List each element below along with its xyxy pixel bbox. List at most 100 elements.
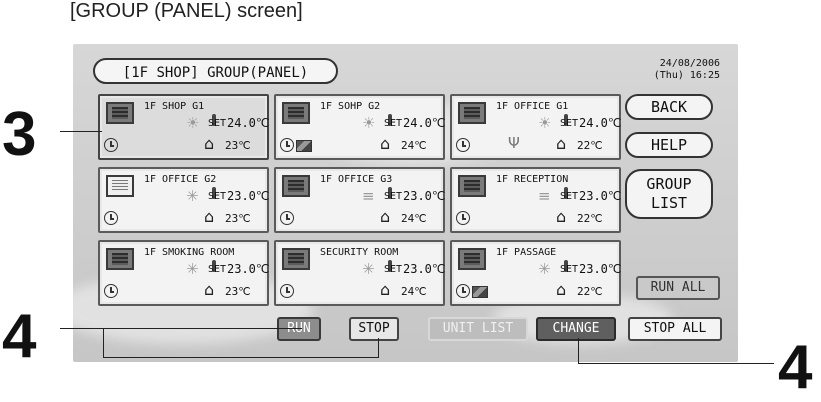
stop-all-button[interactable]: STOP ALL (628, 317, 722, 341)
screen-title: [1F SHOP] GROUP(PANEL) (93, 58, 338, 84)
group-card[interactable]: 1F SHOP G1 ☀ SET 24.0℃ ⌂ 23℃ (98, 94, 269, 160)
indoor-unit-icon (282, 102, 310, 124)
room-temperature: 22℃ (577, 285, 603, 298)
set-label: SET (208, 118, 227, 129)
set-temperature: 23.0℃ (579, 189, 622, 203)
house-icon: ⌂ (556, 134, 567, 153)
date-text: 24/08/2006 (659, 58, 720, 69)
house-icon: ⌂ (556, 280, 567, 299)
clock-icon (280, 284, 294, 298)
indoor-unit-icon (458, 102, 486, 124)
group-card[interactable]: SECURITY ROOM ✳ SET 23.0℃ ⌂ 24℃ (274, 240, 445, 306)
callout-4-left-bracket-b (103, 357, 379, 358)
run-button[interactable]: RUN (277, 317, 321, 341)
callout-4-left-bracket-l (103, 328, 104, 358)
room-temperature: 23℃ (225, 139, 251, 152)
callout-4-left-line (60, 328, 302, 329)
snowflake-icon: ✳ (186, 260, 199, 278)
room-temperature: 24℃ (401, 285, 427, 298)
group-card[interactable]: 1F RECEPTION ≡ SET 23.0℃ ⌂ 22℃ (450, 167, 621, 233)
clock-icon (280, 211, 294, 225)
fan-icon: ≡ (538, 187, 551, 205)
filter-sign-icon (472, 286, 488, 298)
group-card[interactable]: 1F OFFICE G2 ✳ SET 23.0℃ ⌂ 23℃ (98, 167, 269, 233)
sun-icon: ☀ (538, 114, 552, 132)
group-card[interactable]: 1F SOHP G2 ☀ SET 24.0℃ ⌂ 24℃ (274, 94, 445, 160)
house-icon: ⌂ (204, 134, 215, 153)
set-label: SET (384, 118, 403, 129)
callout-4-left: 4 (2, 302, 37, 371)
group-name: 1F OFFICE G3 (320, 174, 393, 185)
clock-icon (104, 138, 118, 152)
group-card[interactable]: 1F SMOKING ROOM ✳ SET 23.0℃ ⌂ 23℃ (98, 240, 269, 306)
house-icon: ⌂ (380, 134, 391, 153)
set-temperature: 23.0℃ (403, 189, 446, 203)
figure-caption: [GROUP (PANEL) screen] (70, 0, 303, 22)
datetime-display: 24/08/2006 (Thu) 16:25 (654, 58, 720, 82)
set-temperature: 23.0℃ (227, 262, 270, 276)
callout-4-right-line-v (578, 338, 579, 364)
group-name: 1F SOHP G2 (320, 101, 381, 112)
group-list-button[interactable]: GROUP LIST (625, 169, 713, 219)
snowflake-icon: ✳ (186, 187, 199, 205)
clock-icon (456, 211, 470, 225)
indoor-unit-icon (458, 248, 486, 270)
help-button[interactable]: HELP (625, 132, 713, 158)
indoor-unit-icon (458, 175, 486, 197)
sun-icon: ☀ (362, 114, 376, 132)
room-temperature: 24℃ (401, 139, 427, 152)
set-label: SET (384, 264, 403, 275)
indoor-unit-icon (106, 102, 134, 124)
set-temperature: 23.0℃ (579, 262, 622, 276)
set-temperature: 24.0℃ (227, 116, 270, 130)
change-button[interactable]: CHANGE (536, 317, 616, 341)
group-name: 1F OFFICE G2 (144, 174, 217, 185)
set-label: SET (208, 191, 227, 202)
clock-icon (456, 284, 470, 298)
room-temperature: 23℃ (225, 285, 251, 298)
set-label: SET (208, 264, 227, 275)
group-card[interactable]: 1F OFFICE G1 ☀ SET 24.0℃ Ψ ⌂ 22℃ (450, 94, 621, 160)
callout-3: 3 (2, 100, 37, 169)
room-temperature: 22℃ (577, 212, 603, 225)
house-icon: ⌂ (556, 207, 567, 226)
indoor-unit-icon (106, 175, 134, 197)
room-temperature: 24℃ (401, 212, 427, 225)
house-icon: ⌂ (380, 207, 391, 226)
room-temperature: 23℃ (225, 212, 251, 225)
sun-icon: ☀ (186, 114, 200, 132)
set-label: SET (560, 191, 579, 202)
group-name: 1F PASSAGE (496, 247, 557, 258)
room-temperature: 22℃ (577, 139, 603, 152)
set-temperature: 24.0℃ (579, 116, 622, 130)
set-temperature: 24.0℃ (403, 116, 446, 130)
stop-button[interactable]: STOP (349, 317, 399, 341)
house-icon: ⌂ (380, 280, 391, 299)
callout-4-right: 4 (778, 333, 813, 402)
group-name: SECURITY ROOM (320, 247, 399, 258)
clock-icon (456, 138, 470, 152)
callout-4-left-bracket-r (378, 338, 379, 358)
filter-sign-icon (296, 140, 312, 152)
panel-screen: [1F SHOP] GROUP(PANEL) 24/08/2006 (Thu) … (73, 44, 738, 362)
fan-icon: ≡ (362, 187, 375, 205)
group-name: 1F SMOKING ROOM (144, 247, 235, 258)
group-card[interactable]: 1F OFFICE G3 ≡ SET 23.0℃ ⌂ 24℃ (274, 167, 445, 233)
house-icon: ⌂ (204, 207, 215, 226)
group-card[interactable]: 1F PASSAGE ✳ SET 23.0℃ ⌂ 22℃ (450, 240, 621, 306)
clock-icon (104, 284, 118, 298)
set-label: SET (560, 118, 579, 129)
group-name: 1F SHOP G1 (144, 101, 205, 112)
snowflake-icon: ✳ (362, 260, 375, 278)
callout-3-line (60, 131, 102, 132)
clock-icon (104, 211, 118, 225)
house-icon: ⌂ (204, 280, 215, 299)
unit-list-button[interactable]: UNIT LIST (428, 317, 528, 341)
callout-4-right-line-h (578, 363, 774, 364)
indoor-unit-icon (106, 248, 134, 270)
wrench-icon: Ψ (508, 134, 520, 152)
set-temperature: 23.0℃ (403, 262, 446, 276)
run-all-button[interactable]: RUN ALL (636, 276, 720, 300)
back-button[interactable]: BACK (625, 94, 713, 120)
snowflake-icon: ✳ (538, 260, 551, 278)
